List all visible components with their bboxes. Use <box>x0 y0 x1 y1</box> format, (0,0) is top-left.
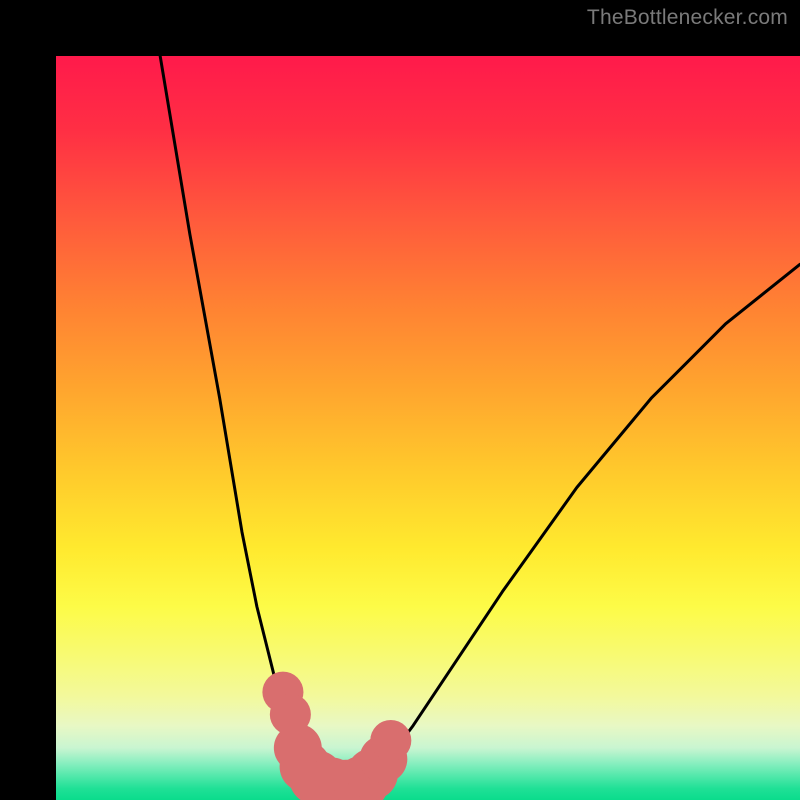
curve-markers <box>262 672 411 800</box>
curve-marker <box>370 720 411 761</box>
chart-frame <box>0 0 800 800</box>
plot-area <box>56 56 800 800</box>
curve-path <box>160 56 800 791</box>
watermark-text: TheBottlenecker.com <box>587 6 788 30</box>
bottleneck-curve <box>160 56 800 791</box>
curve-svg <box>56 56 800 800</box>
